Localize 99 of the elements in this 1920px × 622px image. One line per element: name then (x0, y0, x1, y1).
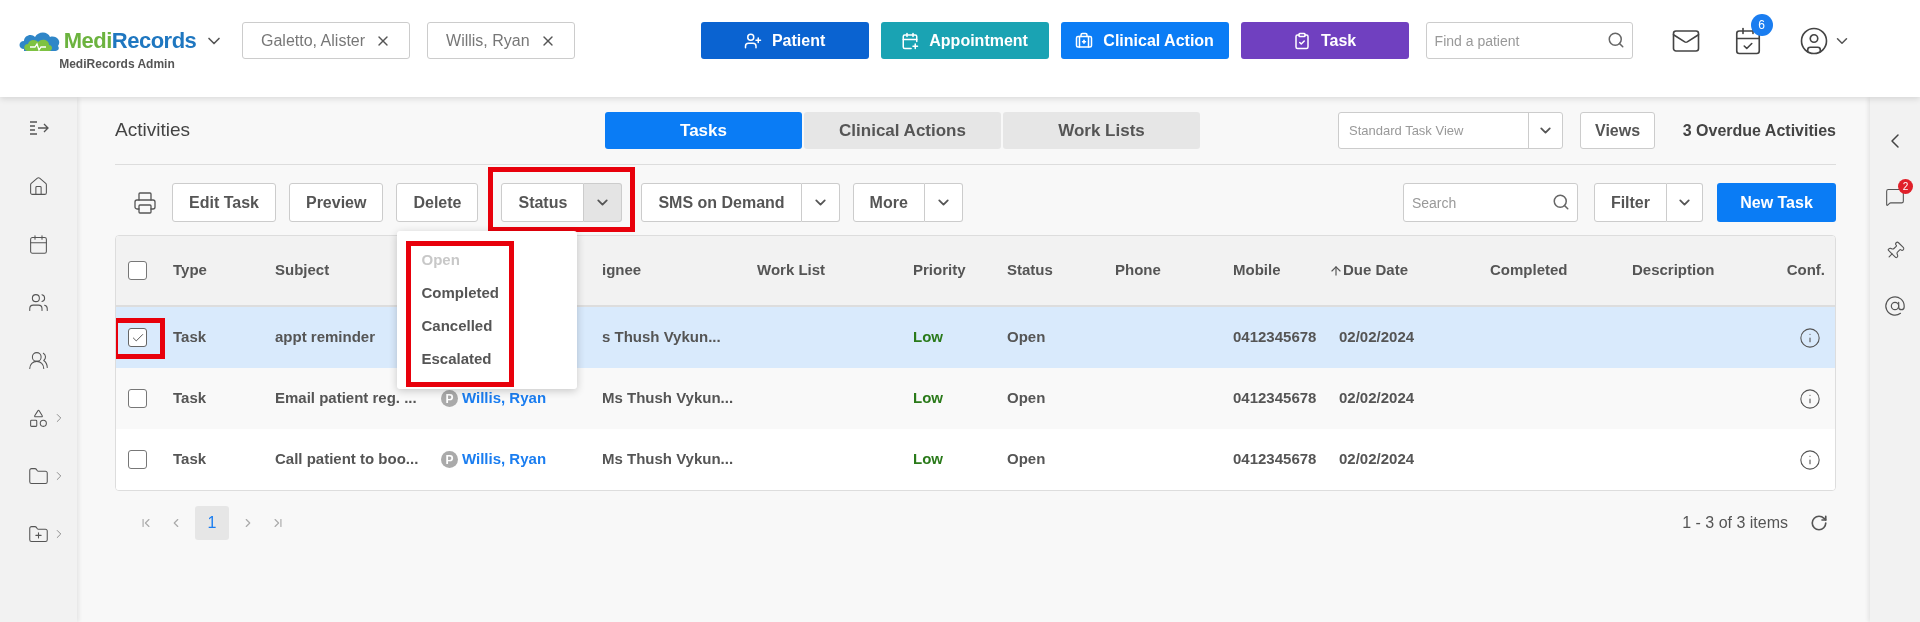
views-button[interactable]: Views (1580, 112, 1656, 149)
user-plus-icon (743, 31, 762, 50)
table-cell: Open (1007, 450, 1046, 468)
view-tab[interactable]: Clinical Actions (804, 112, 1001, 149)
checkbox[interactable] (128, 389, 147, 408)
table-cell: Ms Thush Vykun... (602, 450, 734, 468)
search-icon[interactable] (1551, 193, 1570, 211)
table-row[interactable]: Task Email patient reg. ... P Willis, Ryan Ms Thush Vykun... Low Open 0412345678 02/02/2024 (116, 368, 1835, 429)
patient-tab[interactable]: Willis, Ryan (427, 22, 575, 59)
column-header[interactable]: Priority (913, 259, 966, 282)
people-icon[interactable] (28, 291, 49, 313)
table-cell: Task (173, 450, 207, 468)
highlight-frame (116, 318, 165, 359)
table-cell: 0412345678 (1233, 450, 1317, 468)
expand-menu-icon[interactable] (27, 119, 50, 137)
column-header[interactable]: Subject (275, 259, 330, 282)
action-button[interactable]: Clinical Action (1060, 22, 1229, 59)
clipboard-check-icon (1292, 31, 1311, 50)
toolbar-button[interactable]: Status (501, 183, 585, 222)
toolbar-button[interactable]: SMS on Demand (641, 183, 802, 222)
patient-badge: P (441, 390, 458, 407)
table-cell: Low (913, 328, 943, 346)
menu-item[interactable]: Escalated (421, 350, 578, 368)
table-cell: Call patient to boo... (275, 450, 419, 468)
table-cell: Low (913, 450, 943, 468)
chat-icon[interactable] (1885, 187, 1905, 207)
column-header[interactable]: ignee (602, 259, 642, 282)
info-icon[interactable] (1799, 387, 1821, 410)
column-header[interactable]: Conf. (1786, 259, 1825, 282)
page-title: Activities (115, 118, 191, 143)
info-icon[interactable] (1799, 326, 1821, 349)
checkbox[interactable] (128, 450, 147, 469)
search-icon[interactable] (1606, 31, 1625, 49)
info-icon[interactable] (1799, 448, 1821, 471)
toolbar-button[interactable]: More (852, 183, 925, 222)
dropdown-toggle[interactable] (1667, 183, 1703, 222)
notification-badge: 2 (1898, 179, 1913, 194)
home-icon[interactable] (28, 175, 49, 197)
toolbar-button[interactable]: Edit Task (172, 183, 276, 222)
search-field[interactable]: Find a patient (1425, 22, 1633, 59)
table-cell: 02/02/2024 (1339, 450, 1415, 468)
brand-name: MediRecords (63, 27, 197, 55)
at-sign-icon[interactable] (1884, 295, 1906, 317)
patient-link[interactable]: Willis, Ryan (462, 387, 547, 410)
shapes-icon[interactable] (28, 407, 49, 429)
filter-button[interactable]: Filter (1593, 183, 1667, 222)
table-cell: Task (173, 389, 207, 407)
refresh-icon[interactable] (1810, 514, 1828, 532)
column-header[interactable]: Mobile (1233, 259, 1281, 282)
column-header[interactable]: Type (173, 259, 207, 282)
notification-badge: 6 (1750, 13, 1773, 36)
brand-subtitle: MediRecords Admin (59, 56, 175, 73)
column-header[interactable]: Work List (757, 259, 826, 282)
calendar-icon[interactable] (28, 233, 49, 255)
table-cell: Open (1007, 389, 1046, 407)
patient-link[interactable]: Willis, Ryan (462, 448, 547, 471)
people-icon[interactable] (28, 349, 49, 371)
menu-item[interactable]: Cancelled (421, 317, 578, 335)
patient-tab[interactable]: Galetto, Alister (242, 22, 411, 59)
table-cell: 02/02/2024 (1339, 328, 1415, 346)
table-cell: 0412345678 (1233, 328, 1317, 346)
search-field[interactable]: Search (1402, 183, 1578, 222)
pagination-summary: 1 - 3 of 3 items (1682, 513, 1788, 533)
view-tab[interactable]: Work Lists (1003, 112, 1200, 149)
sort-arrow-icon (1329, 263, 1343, 278)
table-cell: Open (1007, 328, 1046, 346)
table-cell: Ms Thush Vykun... (602, 389, 734, 407)
table-cell: s Thush Vykun... (602, 328, 721, 346)
dropdown-toggle[interactable] (801, 183, 840, 222)
column-header[interactable]: Description (1632, 259, 1715, 282)
user-avatar-icon[interactable] (1798, 25, 1829, 56)
checkbox[interactable] (128, 261, 147, 280)
table-cell: 0412345678 (1233, 389, 1317, 407)
column-header[interactable]: Completed (1490, 259, 1568, 282)
patient-badge: P (441, 451, 458, 468)
table-cell: 02/02/2024 (1339, 389, 1415, 407)
dropdown-toggle[interactable] (584, 183, 623, 222)
new-task-button[interactable]: New Task (1717, 183, 1836, 222)
overdue-count: 3 Overdue Activities (1682, 120, 1836, 141)
checkbox[interactable] (128, 328, 147, 347)
folder-plus-icon[interactable] (28, 523, 49, 545)
column-header[interactable]: Phone (1115, 259, 1161, 282)
toolbar-button[interactable]: Delete (396, 183, 479, 222)
view-tab[interactable]: Tasks (605, 112, 802, 149)
folder-icon[interactable] (28, 465, 49, 487)
table-cell: appt reminder (275, 328, 376, 346)
menu-item[interactable]: Completed (421, 284, 578, 302)
action-button[interactable]: Patient (700, 22, 869, 59)
table-cell: Low (913, 389, 943, 407)
column-header[interactable]: Due Date (1329, 259, 1409, 282)
medical-case-icon (1075, 31, 1094, 50)
table-cell: Task (173, 328, 207, 346)
table-cell: Email patient reg. ... (275, 389, 417, 407)
printer-icon[interactable] (133, 190, 157, 215)
calendar-plus-icon (901, 31, 920, 50)
dropdown-toggle[interactable] (924, 183, 963, 222)
toolbar-button[interactable]: Preview (288, 183, 384, 222)
column-header[interactable]: Status (1007, 259, 1053, 282)
action-button[interactable]: Task (1240, 22, 1409, 59)
